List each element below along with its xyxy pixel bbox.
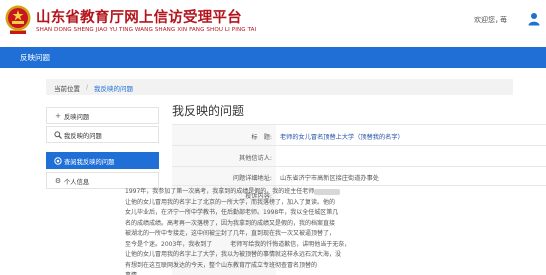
user-name[interactable]: 苺 <box>500 15 507 25</box>
field-row-other-petitioner: 其他信访人: <box>172 145 546 166</box>
nav-item-report-issue[interactable]: 反映问题 <box>20 52 50 63</box>
field-label: 标 题: <box>251 134 272 141</box>
main-navbar: 反映问题 <box>0 47 546 68</box>
complaint-line: 被湖北的一所中专接走，这中间被尘封了几年，直到现在我一次又被逼顶替了， <box>125 230 336 237</box>
complaint-content: 1997年，我参加了第一次高考，我拿到的成绩是假的，我的班主任老师 让他的女儿冒… <box>125 187 544 275</box>
field-row-address: 问题详细地址: 山东省济宁市高新区接庄街道办事处 <box>172 166 546 185</box>
complaint-line: 名的成绩成绩。高考再一次落榜了，因为我拿到的成绩又是假的，我的档案直接 <box>125 219 336 227</box>
sidebar-item-view-issues[interactable]: 查阅我反映的问题 <box>46 152 159 169</box>
sidebar-item-label: 查阅我反映的问题 <box>64 159 115 166</box>
user-icon[interactable] <box>528 12 540 26</box>
breadcrumb: 当前位置 / 我反映的问题 <box>46 79 513 95</box>
field-value-title: 老师的女儿冒名顶替上大学（顶替我的名字） <box>280 134 404 141</box>
sidebar-item-report[interactable]: + 反映问题 <box>46 107 159 124</box>
field-value-address: 山东省济宁市高新区接庄街道办事处 <box>280 175 379 182</box>
complaint-line: 让他的女儿冒用我的名字上了大学，我以为被顶替的事情就这样永远石沉大海，没 <box>125 251 342 258</box>
sidebar-item-my-issues[interactable]: 我反映的问题 <box>46 126 159 143</box>
eye-icon <box>54 157 62 165</box>
complaint-line: 女儿毕业后，在济宁一所中学教书，任后勤部老师。1998年，我以全任城区第几 <box>125 209 339 216</box>
sidebar-item-label: 我反映的问题 <box>64 133 102 140</box>
plus-icon: + <box>55 112 61 120</box>
gear-icon: ⚙ <box>54 177 62 185</box>
site-header: 山东省教育厅网上信访受理平台 SHAN DONG SHENG JIAO YU T… <box>0 0 546 42</box>
breadcrumb-separator: / <box>86 83 89 91</box>
complaint-line: 让他的女儿冒用我的名字上了北京的一所大学，而我落榜了，加入了复读。他的 <box>125 198 336 206</box>
national-emblem-icon <box>5 5 31 34</box>
breadcrumb-home[interactable]: 当前位置 <box>54 83 80 93</box>
site-title: 山东省教育厅网上信访受理平台 <box>36 10 242 26</box>
complaint-line: 至今是个迷。2003年，我收到了 老师写给我的忏悔道歉信，讲明他当于无奈， <box>125 240 351 248</box>
redacted-block <box>314 188 341 195</box>
complaint-line: 有想到在这互联网发达的今天，整个山东教育厅成立专班彻查冒名顶替的 <box>125 261 318 269</box>
complaint-line: 事情 <box>125 271 544 275</box>
field-row-title: 标 题: 老师的女儿冒名顶替上大学（顶替我的名字） <box>172 124 546 145</box>
site-subtitle: SHAN DONG SHENG JIAO YU TING WANG SHANG … <box>36 27 257 33</box>
sidebar-item-label: 反映问题 <box>64 114 90 121</box>
page-title: 我反映的问题 <box>172 104 245 118</box>
welcome-text: 欢迎您， <box>474 16 502 24</box>
search-icon <box>54 131 62 139</box>
field-label: 其他信访人: <box>238 155 272 162</box>
complaint-line: 1997年，我参加了第一次高考，我拿到的成绩是假的，我的班主任老师 <box>125 187 544 198</box>
sidebar-item-label: 个人信息 <box>64 179 90 186</box>
field-label: 问题详细地址: <box>232 175 272 182</box>
breadcrumb-current: 我反映的问题 <box>94 85 133 93</box>
